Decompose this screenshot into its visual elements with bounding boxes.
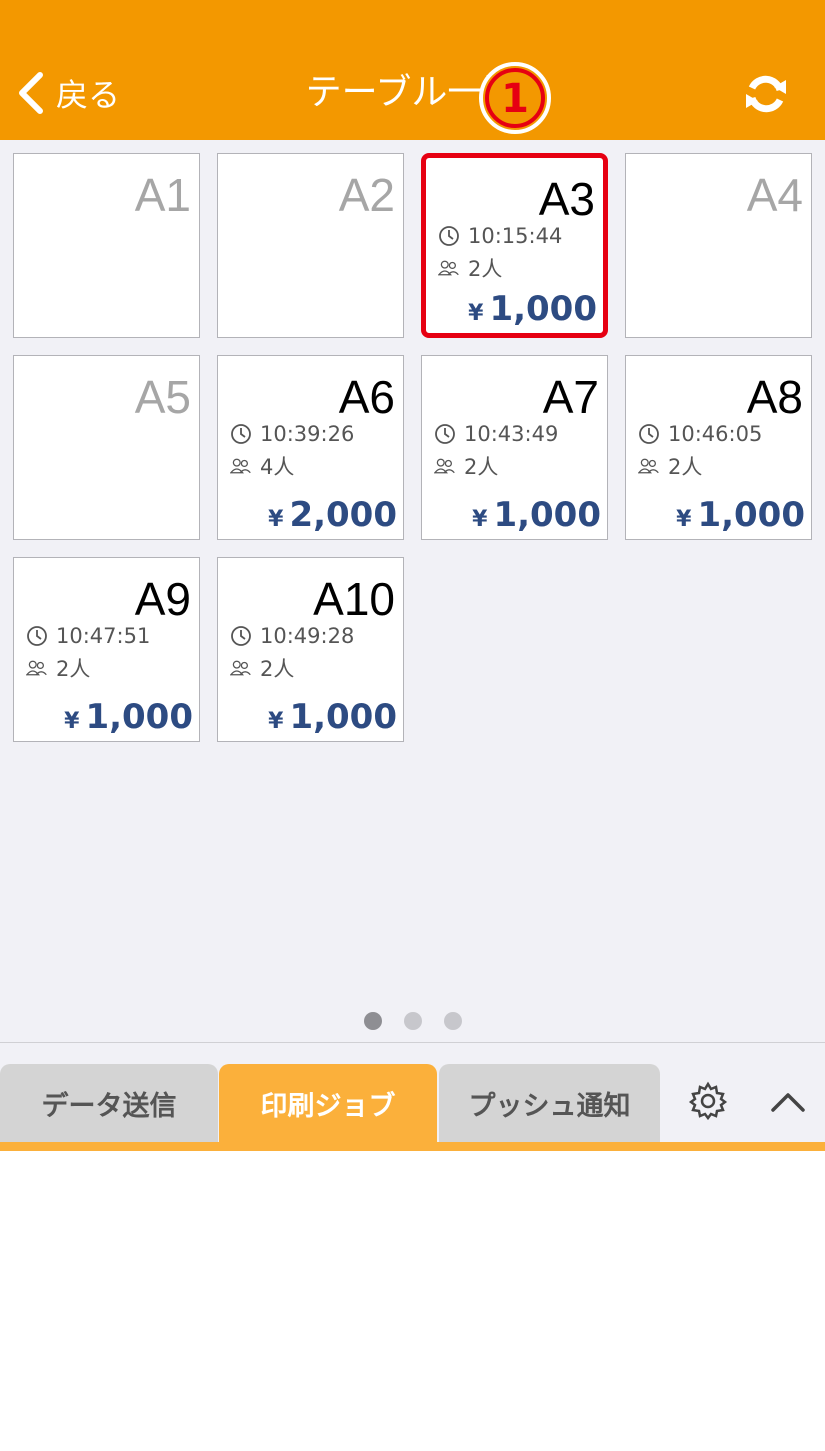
clock-icon (27, 626, 47, 646)
currency-symbol: ¥ (468, 301, 484, 326)
table-name: A6 (338, 371, 395, 423)
people-value: 2人 (668, 455, 703, 479)
table-tile[interactable]: A7 10:43:49 2人 ¥1,000 (421, 355, 608, 540)
step-marker-number: 1 (501, 76, 529, 122)
currency-symbol: ¥ (268, 709, 284, 734)
people-icon (230, 458, 251, 474)
table-name: A4 (746, 169, 803, 221)
currency-symbol: ¥ (472, 507, 488, 532)
price-value: 1,000 (289, 697, 397, 737)
time-value: 10:15:44 (468, 224, 563, 248)
print-job-panel (0, 1151, 825, 1451)
table-tile[interactable]: A1 (13, 153, 200, 338)
guest-count: 2人 (26, 653, 90, 683)
people-icon (638, 458, 659, 474)
time-value: 10:47:51 (56, 624, 151, 648)
table-tile[interactable]: A5 (13, 355, 200, 540)
elapsed-time: 10:39:26 (230, 422, 354, 446)
currency-symbol: ¥ (676, 507, 692, 532)
table-total: ¥1,000 (472, 495, 601, 535)
table-grid: A1 A2 A3 10:15:44 2人 ¥1,000 A4 A5 A6 10:39:26 4人 ¥2… (0, 140, 825, 1042)
elapsed-time: 10:49:28 (230, 624, 354, 648)
tab-underline (0, 1142, 825, 1151)
time-value: 10:39:26 (260, 422, 355, 446)
people-value: 2人 (56, 657, 91, 681)
currency-symbol: ¥ (64, 709, 80, 734)
table-total: ¥1,000 (268, 697, 397, 737)
price-value: 2,000 (289, 495, 397, 535)
table-tile[interactable]: A6 10:39:26 4人 ¥2,000 (217, 355, 404, 540)
people-icon (230, 660, 251, 676)
step-marker-badge: 1 (479, 62, 551, 134)
price-value: 1,000 (85, 697, 193, 737)
people-value: 2人 (468, 257, 503, 281)
guest-count: 2人 (434, 451, 498, 481)
clock-icon (639, 424, 659, 444)
page-dot-3[interactable] (443, 1012, 462, 1030)
refresh-icon[interactable] (742, 70, 790, 118)
gear-icon[interactable] (688, 1081, 728, 1121)
table-name: A1 (134, 169, 191, 221)
time-value: 10:49:28 (260, 624, 355, 648)
clock-icon (231, 626, 251, 646)
guest-count: 2人 (638, 451, 702, 481)
table-name: A8 (746, 371, 803, 423)
table-name: A9 (134, 573, 191, 625)
price-value: 1,000 (697, 495, 805, 535)
page-indicator[interactable] (0, 1012, 825, 1030)
clock-icon (439, 226, 459, 246)
price-value: 1,000 (493, 495, 601, 535)
people-icon (434, 458, 455, 474)
guest-count: 2人 (230, 653, 294, 683)
table-name: A5 (134, 371, 191, 423)
people-value: 2人 (260, 657, 295, 681)
bottom-tab-bar: データ送信 印刷ジョブ プッシュ通知 (0, 1042, 825, 1143)
guest-count: 2人 (438, 253, 502, 283)
elapsed-time: 10:43:49 (434, 422, 558, 446)
people-icon (26, 660, 47, 676)
table-tile[interactable]: A3 10:15:44 2人 ¥1,000 (421, 153, 608, 338)
clock-icon (231, 424, 251, 444)
table-total: ¥1,000 (676, 495, 805, 535)
elapsed-time: 10:15:44 (438, 224, 562, 248)
table-name: A2 (338, 169, 395, 221)
chevron-up-icon[interactable] (768, 1083, 808, 1119)
tab-data-send[interactable]: データ送信 (0, 1064, 218, 1143)
table-total: ¥1,000 (64, 697, 193, 737)
guest-count: 4人 (230, 451, 294, 481)
table-name: A7 (542, 371, 599, 423)
table-tile[interactable]: A10 10:49:28 2人 ¥1,000 (217, 557, 404, 742)
top-navigation-bar: 戻る テーブル一覧 1 (0, 0, 825, 140)
elapsed-time: 10:47:51 (26, 624, 150, 648)
table-tile[interactable]: A4 (625, 153, 812, 338)
clock-icon (435, 424, 455, 444)
table-tile[interactable]: A8 10:46:05 2人 ¥1,000 (625, 355, 812, 540)
table-tile[interactable]: A9 10:47:51 2人 ¥1,000 (13, 557, 200, 742)
price-value: 1,000 (489, 289, 597, 329)
page-dot-1[interactable] (363, 1012, 382, 1030)
table-name: A3 (538, 173, 595, 225)
people-value: 4人 (260, 455, 295, 479)
page-title: テーブル一覧 (305, 72, 520, 113)
elapsed-time: 10:46:05 (638, 422, 762, 446)
time-value: 10:43:49 (464, 422, 559, 446)
table-total: ¥2,000 (268, 495, 397, 535)
currency-symbol: ¥ (268, 507, 284, 532)
people-value: 2人 (464, 455, 499, 479)
people-icon (438, 260, 459, 276)
table-name: A10 (313, 573, 395, 625)
time-value: 10:46:05 (668, 422, 763, 446)
tab-push-notification[interactable]: プッシュ通知 (439, 1064, 660, 1143)
tab-print-job[interactable]: 印刷ジョブ (219, 1064, 437, 1143)
table-total: ¥1,000 (468, 289, 597, 329)
table-tile[interactable]: A2 (217, 153, 404, 338)
page-dot-2[interactable] (403, 1012, 422, 1030)
